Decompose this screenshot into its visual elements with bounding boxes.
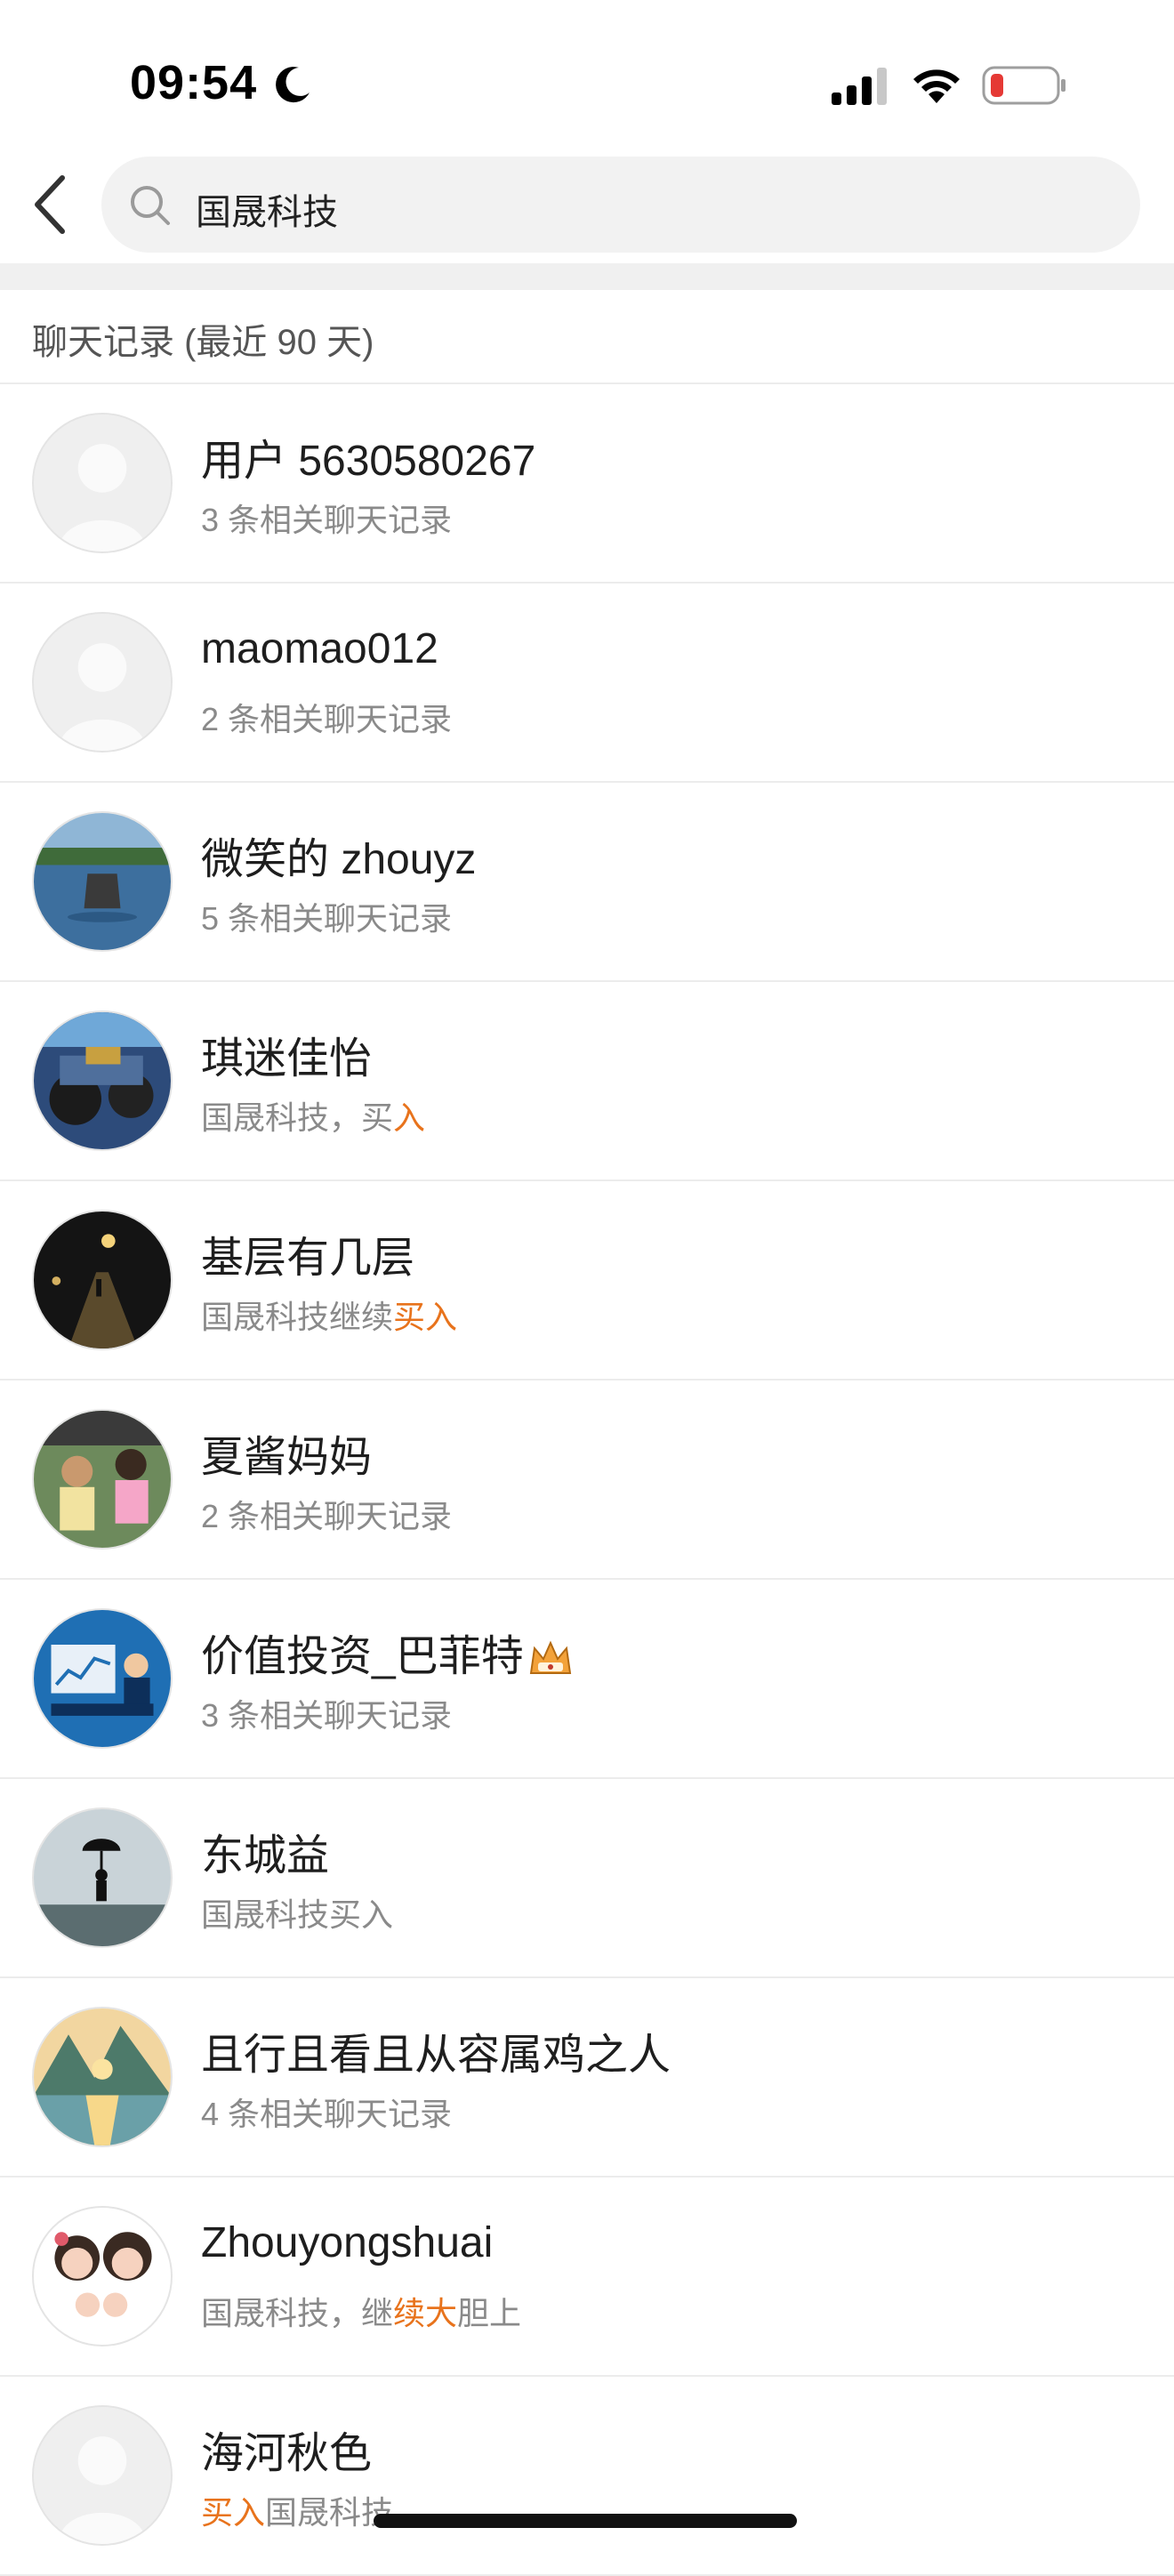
family-cartoon-icon	[34, 2208, 171, 2345]
list-item[interactable]: Zhouyongshuai 国晟科技，继续大胆上	[0, 2178, 1174, 2377]
night-road-photo-icon	[34, 1212, 171, 1348]
list-item[interactable]: maomao012 2 条相关聊天记录	[0, 584, 1174, 783]
back-arrow-icon[interactable]	[27, 171, 76, 238]
record-summary: 买入国晟科技	[201, 2494, 394, 2531]
record-summary: 2 条相关聊天记录	[201, 1498, 453, 1534]
trader-illustration-icon	[34, 1610, 171, 1747]
list-item[interactable]: 东城益 国晟科技买入	[0, 1779, 1174, 1978]
status-bar: 09:54	[0, 0, 1174, 151]
contact-name: 琪迷佳怡	[201, 1035, 373, 1083]
moon-icon	[276, 67, 310, 103]
avatar	[32, 1010, 173, 1151]
contact-name: 夏酱妈妈	[201, 1434, 373, 1481]
umbrella-figure-photo-icon	[34, 1809, 171, 1946]
crown-badge-icon	[529, 1640, 571, 1675]
record-summary: 3 条相关聊天记录	[201, 502, 453, 538]
contact-name: maomao012	[201, 625, 438, 672]
record-summary: 4 条相关聊天记录	[201, 2096, 453, 2132]
list-item[interactable]: 微笑的 zhouyz 5 条相关聊天记录	[0, 783, 1174, 982]
avatar	[32, 1608, 173, 1749]
contact-name: 微笑的 zhouyz	[201, 836, 477, 883]
search-input[interactable]: 国晟科技	[101, 157, 1140, 253]
default-avatar-icon	[34, 415, 171, 551]
divider	[0, 263, 1174, 290]
avatar	[32, 2405, 173, 2546]
list-item[interactable]: 且行且看且从容属鸡之人 4 条相关聊天记录	[0, 1978, 1174, 2178]
list-item[interactable]: 基层有几层 国晟科技继续买入	[0, 1181, 1174, 1381]
contact-name: 东城益	[201, 1832, 330, 1880]
avatar	[32, 1807, 173, 1948]
list-item[interactable]: 夏酱妈妈 2 条相关聊天记录	[0, 1381, 1174, 1580]
contact-name: Zhouyongshuai	[201, 2219, 494, 2266]
search-icon	[131, 186, 170, 225]
record-summary: 国晟科技买入	[201, 1896, 394, 1933]
contact-name: 用户 5630580267	[201, 438, 536, 485]
children-photo-icon	[34, 1411, 171, 1548]
list-item[interactable]: 价值投资_巴菲特 3 条相关聊天记录	[0, 1580, 1174, 1779]
contact-name: 海河秋色	[201, 2430, 373, 2477]
search-header: 国晟科技	[0, 151, 1174, 263]
contact-name: 基层有几层	[201, 1235, 415, 1282]
list-item[interactable]: 海河秋色 买入国晟科技	[0, 2377, 1174, 2576]
section-title: 聊天记录 (最近 90 天)	[32, 323, 374, 362]
avatar	[32, 811, 173, 952]
avatar	[32, 413, 173, 553]
record-summary: 3 条相关聊天记录	[201, 1697, 453, 1734]
default-avatar-icon	[34, 614, 171, 751]
status-time: 09:54	[130, 56, 258, 109]
avatar	[32, 1210, 173, 1350]
mountain-lake-painting-icon	[34, 2008, 171, 2145]
wifi-icon	[913, 69, 960, 103]
lake-rock-photo-icon	[34, 813, 171, 950]
record-summary: 5 条相关聊天记录	[201, 900, 453, 937]
search-query[interactable]: 国晟科技	[196, 183, 338, 235]
avatar	[32, 2007, 173, 2147]
list-item[interactable]: 用户 5630580267 3 条相关聊天记录	[0, 384, 1174, 584]
record-summary: 国晟科技继续买入	[201, 1299, 458, 1335]
machinery-photo-icon	[34, 1012, 171, 1149]
chat-results-list: 用户 5630580267 3 条相关聊天记录 maomao012 2 条相关聊…	[0, 384, 1174, 2576]
avatar	[32, 612, 173, 753]
cellular-signal-icon	[832, 68, 887, 105]
avatar	[32, 2206, 173, 2347]
default-avatar-icon	[34, 2407, 171, 2544]
home-indicator	[374, 2514, 797, 2528]
contact-name: 且行且看且从容属鸡之人	[201, 2032, 671, 2079]
avatar	[32, 1409, 173, 1550]
list-item[interactable]: 琪迷佳怡 国晟科技，买入	[0, 982, 1174, 1181]
record-summary: 国晟科技，继续大胆上	[201, 2295, 522, 2331]
battery-icon	[982, 66, 1065, 105]
contact-name: 价值投资_巴菲特	[201, 1621, 574, 1683]
record-summary: 国晟科技，买入	[201, 1099, 426, 1136]
record-summary: 2 条相关聊天记录	[201, 701, 453, 737]
